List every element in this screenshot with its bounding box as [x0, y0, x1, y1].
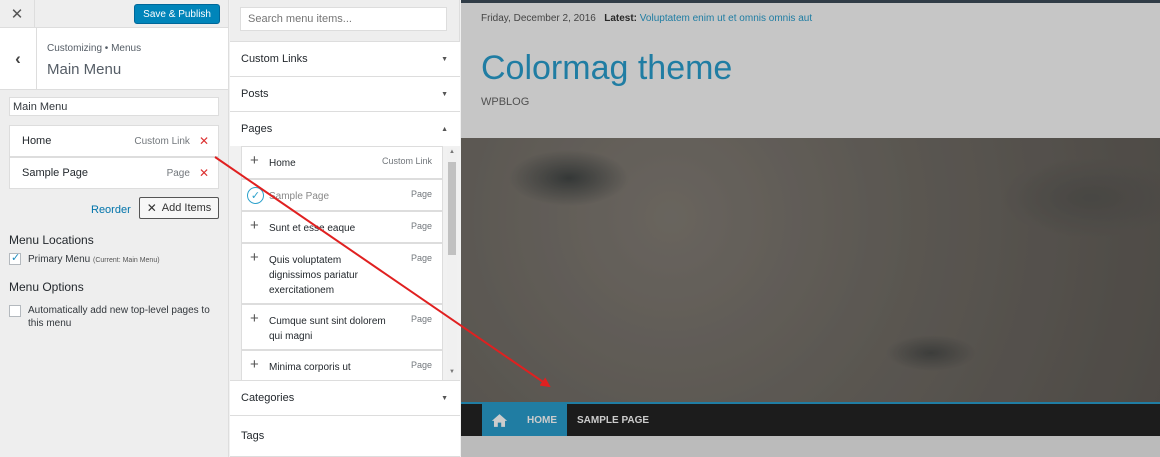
available-item[interactable]: + Sunt et esse eaque Page	[241, 211, 443, 243]
check-circle-icon: ✓	[247, 187, 264, 204]
section-tags[interactable]: Tags	[230, 415, 460, 457]
available-item[interactable]: + Cumque sunt sint dolorem qui magni Pag…	[241, 304, 443, 350]
menu-options-heading: Menu Options	[9, 280, 84, 294]
plus-icon: +	[250, 249, 259, 266]
chevron-down-icon: ▼	[441, 394, 448, 402]
menu-item-type: Page	[166, 167, 190, 179]
menu-item-home[interactable]: Home Custom Link ✕	[9, 125, 219, 157]
nav-home[interactable]: HOME	[517, 404, 567, 436]
plus-icon: +	[250, 310, 259, 327]
menu-item-title: Sample Page	[22, 167, 89, 179]
plus-icon: +	[250, 356, 259, 373]
breadcrumb: Customizing • Menus	[47, 43, 142, 54]
header-image	[461, 138, 1160, 402]
chevron-down-icon: ▼	[441, 90, 448, 98]
site-tagline: WPBLOG	[481, 96, 530, 108]
menu-item-type: Custom Link	[134, 135, 190, 147]
available-item[interactable]: + Home Custom Link	[241, 146, 443, 179]
customizer-sidebar: ✕ Save & Publish ‹ Customizing • Menus M…	[0, 0, 229, 457]
section-posts[interactable]: Posts ▼	[230, 76, 460, 111]
section-pages[interactable]: Pages ▲	[230, 111, 460, 146]
home-icon[interactable]	[482, 404, 517, 436]
save-publish-button[interactable]: Save & Publish	[134, 4, 220, 24]
available-item[interactable]: + Quis voluptatem dignissimos pariatur e…	[241, 243, 443, 304]
menu-locations-heading: Menu Locations	[9, 233, 94, 247]
auto-add-pages-checkbox[interactable]	[9, 305, 21, 317]
site-title[interactable]: Colormag theme	[481, 49, 732, 88]
add-items-label: Add Items	[161, 202, 212, 214]
scroll-down-icon[interactable]: ▼	[449, 369, 455, 375]
primary-menu-label: Primary Menu (Current: Main Menu)	[28, 254, 160, 265]
scroll-up-icon[interactable]: ▲	[449, 149, 455, 155]
menu-item-sample-page[interactable]: Sample Page Page ✕	[9, 157, 219, 189]
close-icon: ✕	[146, 201, 157, 215]
pages-list: + Home Custom Link ✓ Sample Page Page + …	[230, 146, 460, 380]
dateline: Friday, December 2, 2016 Latest: Volupta…	[481, 13, 813, 24]
plus-icon: +	[250, 152, 259, 169]
menu-name-input[interactable]	[9, 97, 219, 116]
section-custom-links[interactable]: Custom Links ▼	[230, 41, 460, 76]
back-arrow-icon[interactable]: ‹	[0, 28, 37, 90]
preview-header: Friday, December 2, 2016 Latest: Volupta…	[461, 0, 1160, 138]
available-menu-items-panel: Custom Links▼ Posts▼ Pages▲ + Home Custo…	[230, 0, 460, 457]
add-items-button[interactable]: ✕ Add Items	[139, 197, 219, 219]
available-item[interactable]: + Minima corporis ut Page	[241, 350, 443, 380]
plus-icon: +	[250, 217, 259, 234]
remove-icon[interactable]: ✕	[199, 134, 209, 148]
remove-icon[interactable]: ✕	[199, 166, 209, 180]
chevron-down-icon: ▼	[441, 55, 448, 63]
available-item[interactable]: ✓ Sample Page Page	[241, 179, 443, 211]
close-icon[interactable]: ✕	[0, 0, 35, 28]
nav-sample-page[interactable]: SAMPLE PAGE	[567, 404, 659, 436]
section-header: ‹ Customizing • Menus Main Menu	[0, 28, 228, 90]
pages-scrollbar-thumb[interactable]	[448, 162, 456, 255]
reorder-link[interactable]: Reorder	[91, 204, 131, 216]
chevron-up-icon: ▲	[441, 125, 448, 133]
auto-add-pages-label: Automatically add new top-level pages to…	[28, 305, 210, 329]
primary-menu-checkbox[interactable]	[9, 251, 21, 265]
primary-menu-note: (Current: Main Menu)	[93, 257, 160, 264]
section-title: Main Menu	[47, 61, 122, 78]
primary-navigation: HOME SAMPLE PAGE	[461, 402, 1160, 436]
customizer-header: ✕ Save & Publish	[0, 0, 228, 28]
latest-post-link[interactable]: Voluptatem enim ut et omnis omnis aut	[640, 13, 812, 24]
menu-item-title: Home	[22, 135, 52, 147]
section-categories[interactable]: Categories ▼	[230, 380, 460, 415]
site-preview: Friday, December 2, 2016 Latest: Volupta…	[461, 0, 1160, 457]
search-menu-items-input[interactable]	[240, 7, 447, 31]
